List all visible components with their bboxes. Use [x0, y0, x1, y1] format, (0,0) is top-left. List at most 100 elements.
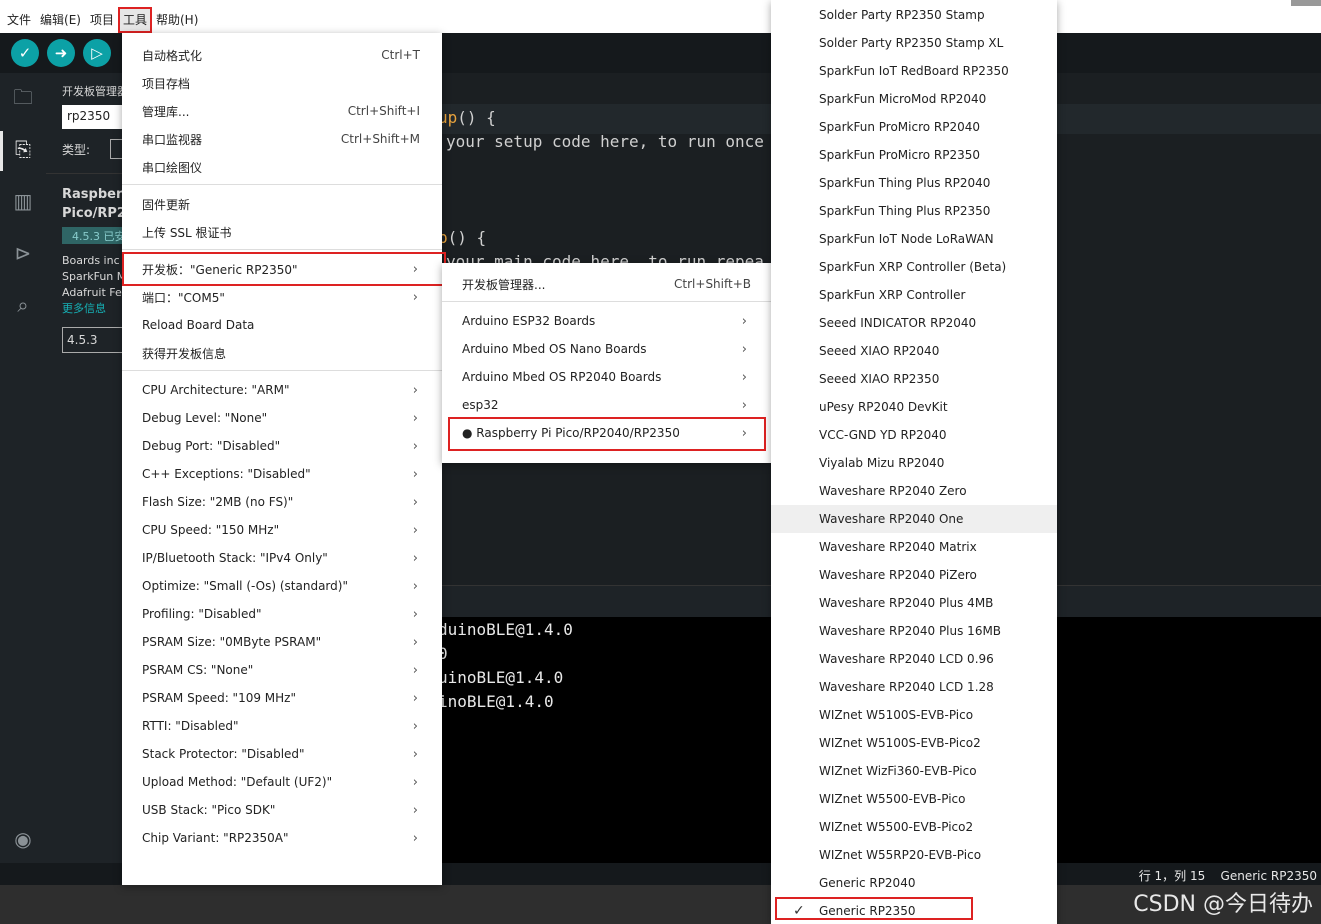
more-info-link[interactable]: 更多信息 — [62, 301, 122, 317]
board-core-item[interactable]: Arduino Mbed OS RP2040 Boards › — [442, 363, 771, 391]
board-item-label: SparkFun IoT RedBoard RP2350 — [819, 64, 1009, 78]
board-item[interactable]: Waveshare RP2040 One — [771, 505, 1057, 533]
board-item[interactable]: Waveshare RP2040 LCD 0.96 — [771, 645, 1057, 673]
board-item[interactable]: uPesy RP2040 DevKit — [771, 393, 1057, 421]
menu-item-label: 串口绘图仪 — [142, 160, 203, 175]
board-item[interactable]: Waveshare RP2040 PiZero — [771, 561, 1057, 589]
menu-0[interactable]: 文件 — [4, 0, 34, 33]
board-option-item[interactable]: PSRAM Speed: "109 MHz" › — [122, 684, 442, 712]
board-item[interactable]: Solder Party RP2350 Stamp XL — [771, 29, 1057, 57]
board-item[interactable]: Viyalab Mizu RP2040 — [771, 449, 1057, 477]
tools-item[interactable]: 串口监视器 Ctrl+Shift+M — [122, 125, 442, 153]
menu-1[interactable]: 编辑(E) — [37, 0, 84, 33]
board-item[interactable]: WIZnet W5500-EVB-Pico — [771, 785, 1057, 813]
board-item[interactable]: Generic RP2040 — [771, 869, 1057, 897]
folder-icon[interactable]: 🗀 — [9, 83, 37, 111]
board-item[interactable]: WIZnet WizFi360-EVB-Pico — [771, 757, 1057, 785]
board-item[interactable]: Waveshare RP2040 Plus 16MB — [771, 617, 1057, 645]
board-option-item[interactable]: CPU Speed: "150 MHz" › — [122, 516, 442, 544]
board-manager-icon[interactable]: ⎘ — [9, 135, 37, 163]
board-option-item[interactable]: CPU Architecture: "ARM" › — [122, 376, 442, 404]
board-item[interactable]: SparkFun XRP Controller (Beta) — [771, 253, 1057, 281]
menu-item-label: 串口监视器 — [142, 132, 203, 147]
board-option-item[interactable]: C++ Exceptions: "Disabled" › — [122, 460, 442, 488]
tools-item[interactable]: 上传 SSL 根证书 — [122, 218, 442, 246]
board-item[interactable]: Waveshare RP2040 Matrix — [771, 533, 1057, 561]
menu-2[interactable]: 项目 — [87, 0, 117, 33]
board-item[interactable]: Waveshare RP2040 Plus 4MB — [771, 589, 1057, 617]
board-item[interactable]: WIZnet W5100S-EVB-Pico — [771, 701, 1057, 729]
board-item[interactable]: Seeed XIAO RP2040 — [771, 337, 1057, 365]
board-item[interactable]: Seeed XIAO RP2350 — [771, 365, 1057, 393]
board-item[interactable]: Waveshare RP2040 LCD 1.28 — [771, 673, 1057, 701]
menu-item-label: 开发板管理器... — [462, 277, 546, 292]
menu-item-label: PSRAM CS: "None" — [142, 663, 254, 677]
board-option-item[interactable]: Optimize: "Small (-Os) (standard)" › — [122, 572, 442, 600]
board-item[interactable]: Seeed INDICATOR RP2040 — [771, 309, 1057, 337]
tools-item[interactable]: 端口："COM5" › — [122, 283, 442, 311]
tools-item[interactable]: 自动格式化 Ctrl+T — [122, 41, 442, 69]
search-icon[interactable]: ⌕ — [9, 291, 37, 319]
board-item[interactable]: SparkFun ProMicro RP2350 — [771, 141, 1057, 169]
board-search-input[interactable]: rp2350 — [62, 105, 122, 129]
board-option-item[interactable]: PSRAM CS: "None" › — [122, 656, 442, 684]
board-manager-item[interactable]: 开发板管理器... Ctrl+Shift+B — [442, 270, 771, 298]
board-option-item[interactable]: Debug Port: "Disabled" › — [122, 432, 442, 460]
board-core-item[interactable]: esp32 › — [442, 391, 771, 419]
board-item[interactable]: SparkFun XRP Controller — [771, 281, 1057, 309]
output-line: duinoBLE@1.4.0 — [438, 620, 573, 639]
board-item[interactable]: WIZnet W5500-EVB-Pico2 — [771, 813, 1057, 841]
board-core-item[interactable]: Arduino Mbed OS Nano Boards › — [442, 335, 771, 363]
tools-item[interactable]: 串口绘图仪 — [122, 153, 442, 181]
board-item[interactable]: SparkFun IoT RedBoard RP2350 — [771, 57, 1057, 85]
status-board[interactable]: Generic RP2350 — [1221, 869, 1317, 883]
board-option-item[interactable]: IP/Bluetooth Stack: "IPv4 Only" › — [122, 544, 442, 572]
board-item[interactable]: SparkFun MicroMod RP2040 — [771, 85, 1057, 113]
board-option-item[interactable]: Stack Protector: "Disabled" › — [122, 740, 442, 768]
board-option-item[interactable]: RTTI: "Disabled" › — [122, 712, 442, 740]
board-option-item[interactable]: Upload Method: "Default (UF2)" › — [122, 768, 442, 796]
board-item[interactable]: SparkFun Thing Plus RP2040 — [771, 169, 1057, 197]
menu-item-label: CPU Speed: "150 MHz" — [142, 523, 280, 537]
debug-icon[interactable]: ⊳ — [9, 239, 37, 267]
board-option-item[interactable]: Debug Level: "None" › — [122, 404, 442, 432]
verify-button[interactable]: ✓ — [11, 39, 39, 67]
scrollbar[interactable] — [1291, 0, 1321, 6]
board-item-label: WIZnet W5500-EVB-Pico — [819, 792, 966, 806]
type-select[interactable] — [110, 139, 122, 159]
board-item[interactable]: WIZnet W55RP20-EVB-Pico — [771, 841, 1057, 869]
account-icon[interactable]: ◉ — [9, 825, 37, 853]
board-option-item[interactable]: Flash Size: "2MB (no FS)" › — [122, 488, 442, 516]
type-label: 类型: — [62, 143, 91, 157]
board-item-label: uPesy RP2040 DevKit — [819, 400, 948, 414]
board-item[interactable]: Waveshare RP2040 Zero — [771, 477, 1057, 505]
menu-3[interactable]: 工具 — [117, 6, 153, 33]
library-icon[interactable]: ▥ — [9, 187, 37, 215]
menu-item-label: Chip Variant: "RP2350A" — [142, 831, 289, 845]
debug-button[interactable]: ▷ — [83, 39, 111, 67]
tools-item[interactable]: 项目存档 — [122, 69, 442, 97]
board-item[interactable]: SparkFun Thing Plus RP2350 — [771, 197, 1057, 225]
board-item[interactable]: Solder Party RP2350 Stamp — [771, 1, 1057, 29]
chevron-right-icon: › — [412, 494, 418, 510]
board-item[interactable]: SparkFun IoT Node LoRaWAN — [771, 225, 1057, 253]
version-select[interactable]: 4.5.3 — [62, 327, 122, 353]
board-item-label: Waveshare RP2040 Plus 16MB — [819, 624, 1002, 638]
tools-item[interactable]: 获得开发板信息 — [122, 339, 442, 367]
tools-item[interactable]: 管理库... Ctrl+Shift+I — [122, 97, 442, 125]
board-core-item[interactable]: Arduino ESP32 Boards › — [442, 307, 771, 335]
board-item[interactable]: WIZnet W5100S-EVB-Pico2 — [771, 729, 1057, 757]
menu-4[interactable]: 帮助(H) — [153, 0, 201, 33]
chevron-right-icon: › — [412, 662, 418, 678]
upload-button[interactable]: ➜ — [47, 39, 75, 67]
board-option-item[interactable]: PSRAM Size: "0MByte PSRAM" › — [122, 628, 442, 656]
board-option-item[interactable]: USB Stack: "Pico SDK" › — [122, 796, 442, 824]
board-item[interactable]: SparkFun ProMicro RP2040 — [771, 113, 1057, 141]
tools-item[interactable]: Reload Board Data — [122, 311, 442, 339]
tools-item[interactable]: 固件更新 — [122, 190, 442, 218]
board-item[interactable]: VCC-GND YD RP2040 — [771, 421, 1057, 449]
chevron-right-icon: › — [412, 746, 418, 762]
board-option-item[interactable]: Chip Variant: "RP2350A" › — [122, 824, 442, 852]
board-item-label: WIZnet WizFi360-EVB-Pico — [819, 764, 977, 778]
board-option-item[interactable]: Profiling: "Disabled" › — [122, 600, 442, 628]
